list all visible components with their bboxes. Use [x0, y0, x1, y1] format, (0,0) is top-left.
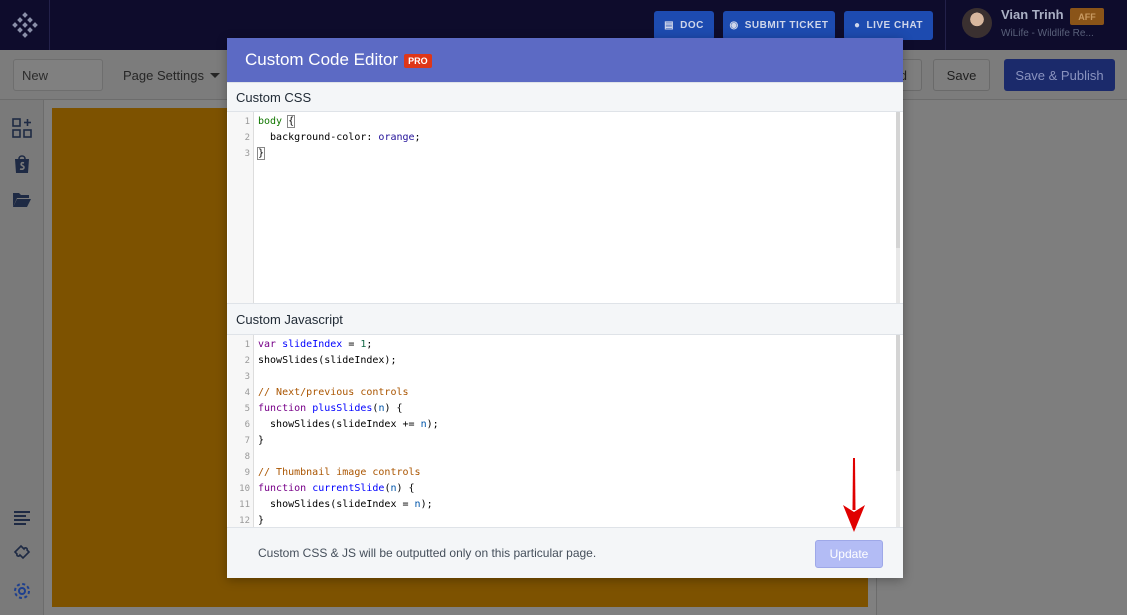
modal-header: Custom Code Editor PRO — [227, 38, 903, 82]
live-chat-label: LIVE CHAT — [866, 20, 924, 31]
modal-title: Custom Code Editor — [245, 50, 399, 69]
update-button-label: Update — [829, 547, 869, 561]
page-settings-dropdown[interactable]: Page Settings — [123, 59, 220, 91]
page-name-input[interactable]: New — [13, 59, 103, 91]
submit-ticket-label: SUBMIT TICKET — [744, 20, 829, 31]
js-label-text: Custom Javascript — [236, 311, 343, 327]
code-text: } — [256, 147, 266, 160]
modal-footer: Custom CSS & JS will be outputted only o… — [227, 527, 903, 578]
line-number: 7 — [244, 436, 250, 446]
line-number: 6 — [244, 420, 250, 430]
right-panel — [876, 100, 1127, 615]
save-button[interactable]: Save — [933, 59, 990, 91]
code-text: function plusSlides(n) { — [258, 403, 403, 414]
caret-down-icon — [209, 72, 220, 78]
line-number: 10 — [239, 484, 250, 494]
code-text: // Next/previous controls — [258, 387, 409, 398]
line-number: 9 — [244, 468, 250, 478]
code-text: function currentSlide(n) { — [258, 483, 415, 494]
line-number: 11 — [239, 500, 250, 510]
line-number: 4 — [244, 388, 250, 398]
code-line[interactable]: 9 // Thumbnail image controls — [228, 465, 888, 481]
code-line[interactable]: 8 — [228, 449, 888, 465]
js-scrollbar[interactable] — [896, 335, 900, 527]
code-text: showSlides(slideIndex = n); — [258, 499, 433, 510]
avatar — [962, 8, 992, 38]
js-editor[interactable]: 1 var slideIndex = 1; 2 showSlides(slideInd… — [228, 335, 902, 527]
line-number: 2 — [244, 133, 250, 143]
code-text: body { — [258, 115, 296, 128]
gear-icon[interactable] — [11, 580, 33, 602]
line-number: 1 — [244, 117, 250, 127]
lifebuoy-icon: ◉ — [729, 20, 739, 31]
line-number: 2 — [244, 356, 250, 366]
code-line[interactable]: 3} — [228, 146, 888, 162]
left-sidebar — [0, 100, 44, 615]
code-line[interactable]: 1 body { — [228, 114, 888, 130]
update-button[interactable]: Update — [815, 540, 883, 568]
custom-code-modal: Custom Code Editor PRO Custom CSS 1 body … — [227, 38, 903, 578]
code-line[interactable]: 11 showSlides(slideIndex = n); — [228, 497, 888, 513]
code-text: var slideIndex = 1; — [258, 339, 373, 350]
doc-button[interactable]: ▤ DOC — [654, 11, 714, 40]
aff-badge: AFF — [1070, 8, 1104, 25]
add-element-icon[interactable] — [11, 117, 33, 139]
css-editor[interactable]: 1 body {2 background-color: orange; 3} — [228, 112, 902, 303]
pro-badge: PRO — [404, 53, 432, 68]
doc-button-label: DOC — [680, 20, 704, 31]
save-publish-label: Save & Publish — [1015, 67, 1104, 83]
store-name: WiLife - Wildlife Re... — [1001, 28, 1094, 39]
puzzle-icon[interactable] — [11, 542, 33, 564]
code-line[interactable]: 7} — [228, 433, 888, 449]
logo-icon — [11, 12, 38, 38]
folder-open-icon[interactable] — [11, 189, 33, 211]
code-line[interactable]: 4 // Next/previous controls — [228, 385, 888, 401]
shopify-bag-icon[interactable] — [11, 153, 33, 175]
code-text: // Thumbnail image controls — [258, 467, 421, 478]
page-settings-label: Page Settings — [123, 67, 204, 83]
line-number: 12 — [239, 516, 250, 526]
annotation-arrow-icon — [843, 458, 865, 532]
code-line[interactable]: 12} — [228, 513, 888, 527]
code-line[interactable]: 6 showSlides(slideIndex += n); — [228, 417, 888, 433]
line-number: 1 — [244, 340, 250, 350]
list-icon[interactable] — [11, 507, 33, 529]
chat-icon: ● — [853, 20, 861, 31]
code-text: } — [258, 435, 265, 446]
code-text: } — [258, 515, 265, 526]
footer-note: Custom CSS & JS will be outputted only o… — [258, 546, 597, 560]
line-number: 3 — [244, 149, 250, 159]
code-line[interactable]: 5 function plusSlides(n) { — [228, 401, 888, 417]
app-logo[interactable] — [0, 0, 50, 50]
css-scrollbar[interactable] — [896, 112, 900, 303]
code-text: showSlides(slideIndex); — [258, 355, 397, 366]
save-publish-button[interactable]: Save & Publish — [1004, 59, 1115, 91]
css-section-label: Custom CSS — [227, 82, 903, 112]
code-line[interactable]: 2 showSlides(slideIndex); — [228, 353, 888, 369]
line-number: 8 — [244, 452, 250, 462]
save-button-label: Save — [946, 67, 977, 83]
css-label-text: Custom CSS — [236, 89, 312, 105]
submit-ticket-button[interactable]: ◉ SUBMIT TICKET — [723, 11, 835, 40]
line-number: 3 — [244, 372, 250, 382]
user-name: Vian Trinh — [1001, 7, 1064, 22]
js-section-label: Custom Javascript — [227, 303, 903, 335]
code-line[interactable]: 3 — [228, 369, 888, 385]
code-line[interactable]: 2 background-color: orange; — [228, 130, 888, 146]
code-line[interactable]: 10 function currentSlide(n) { — [228, 481, 888, 497]
live-chat-button[interactable]: ● LIVE CHAT — [844, 11, 933, 40]
code-text: showSlides(slideIndex += n); — [258, 419, 439, 430]
line-number: 5 — [244, 404, 250, 414]
document-icon: ▤ — [664, 20, 675, 31]
user-menu[interactable]: Vian Trinh AFF WiLife - Wildlife Re... — [945, 0, 1127, 50]
code-text: background-color: orange; — [258, 132, 421, 143]
code-line[interactable]: 1 var slideIndex = 1; — [228, 337, 888, 353]
